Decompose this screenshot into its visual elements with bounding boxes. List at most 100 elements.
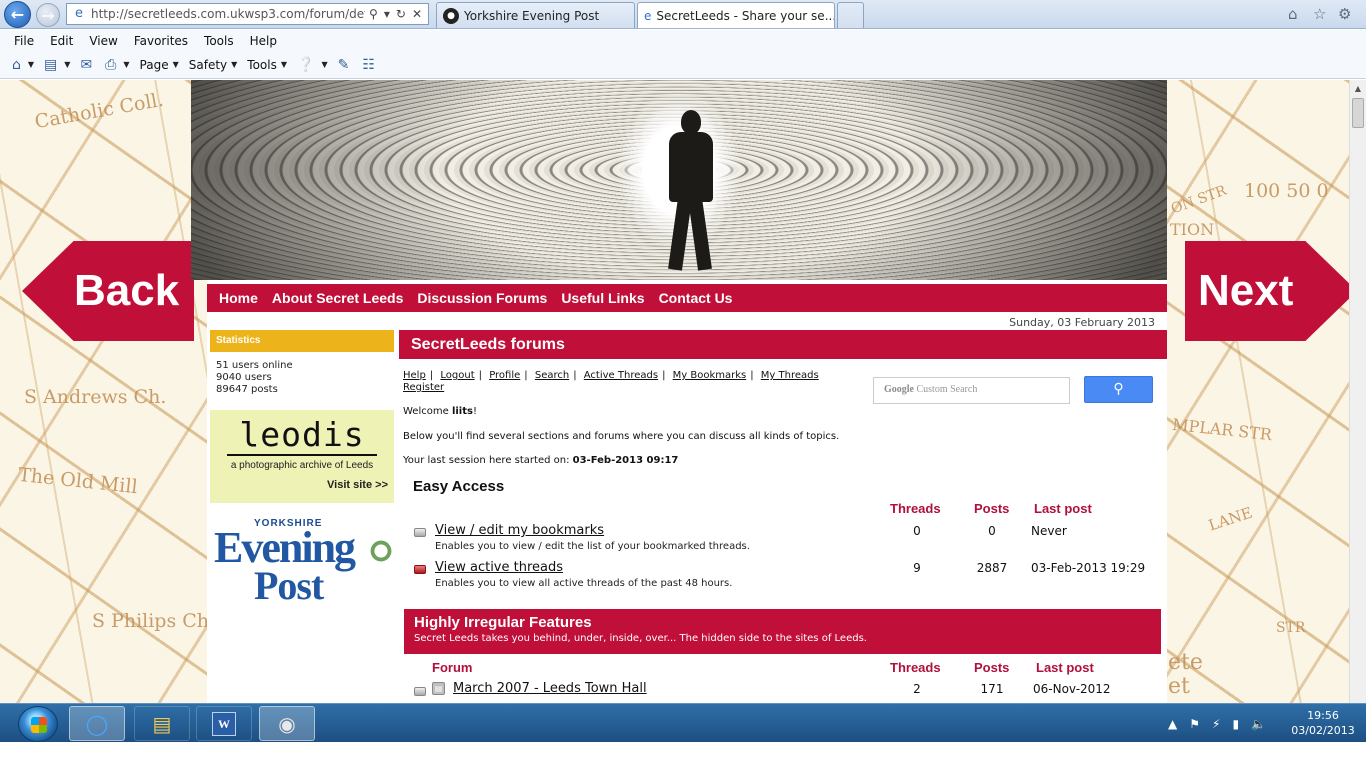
- username: liits: [451, 406, 473, 417]
- nav-discussion-forums[interactable]: Discussion Forums: [417, 290, 547, 306]
- map-label: ON STR: [1169, 182, 1229, 218]
- sidebar: Statistics 51 users online 9040 users 89…: [210, 330, 396, 606]
- welcome-message: Welcome liits!: [403, 406, 477, 417]
- leodis-ad[interactable]: leodis a photographic archive of Leeds V…: [210, 410, 394, 503]
- browser-back-button[interactable]: ←: [4, 1, 31, 28]
- map-label: The Old Mill: [17, 463, 139, 499]
- tab-secretleeds[interactable]: e SecretLeeds - Share your se... ✕: [637, 2, 835, 28]
- link-active-threads[interactable]: Active Threads: [584, 370, 658, 381]
- address-url[interactable]: http://secretleeds.com.ukwsp3.com/forum/…: [91, 7, 365, 21]
- map-label: S Philips Ch.: [92, 610, 216, 632]
- map-label: MPLAR STR: [1171, 414, 1273, 445]
- arrow-right-icon: →: [41, 5, 55, 25]
- yorkshire-evening-post-ad[interactable]: YORKSHIRE Evening Post: [210, 518, 400, 608]
- scroll-thumb[interactable]: [1352, 98, 1364, 128]
- mail-icon: ✉: [80, 56, 93, 73]
- start-button[interactable]: [18, 706, 58, 742]
- power-icon[interactable]: ⚡: [1212, 717, 1220, 731]
- rss-icon: ▤: [44, 56, 58, 73]
- folder-new-icon: [414, 565, 426, 574]
- link-register[interactable]: Register: [403, 382, 444, 393]
- gear-icon[interactable]: ⚙: [1338, 5, 1351, 23]
- forum-intro: Below you'll find several sections and f…: [403, 431, 840, 442]
- system-tray: ▲ ⚑ ⚡ ▮ 🔈: [1164, 704, 1284, 743]
- google-search-button[interactable]: ⚲: [1084, 376, 1153, 403]
- print-command[interactable]: ⎙ ▼: [105, 57, 129, 73]
- ie-page-icon: e: [75, 6, 83, 21]
- tools-menu[interactable]: Tools ▼: [247, 58, 287, 72]
- forum-title: SecretLeeds forums: [399, 330, 1167, 359]
- site-nav-bar: Home About Secret Leeds Discussion Forum…: [207, 282, 1167, 312]
- menu-tools[interactable]: Tools: [204, 34, 234, 48]
- taskbar-internet-explorer[interactable]: ◯: [69, 706, 125, 741]
- search-icon[interactable]: ⚲: [369, 7, 378, 21]
- favorites-star-icon[interactable]: ☆: [1313, 5, 1326, 23]
- map-label: S Andrews Ch.: [24, 386, 167, 408]
- tab-label: SecretLeeds - Share your se...: [656, 8, 835, 23]
- show-hidden-icons-icon[interactable]: ▲: [1168, 717, 1177, 731]
- menu-help[interactable]: Help: [250, 34, 277, 48]
- translate-icon: ☷: [362, 56, 375, 73]
- forum-row-link[interactable]: March 2007 - Leeds Town Hall: [453, 681, 647, 696]
- dropdown-icon[interactable]: ▾: [384, 7, 390, 21]
- google-search-input[interactable]: Google Custom Search: [873, 377, 1070, 404]
- clock-date: 03/02/2013: [1291, 724, 1355, 737]
- safety-menu[interactable]: Safety ▼: [189, 58, 238, 72]
- new-tab-button[interactable]: [837, 2, 864, 28]
- address-bar[interactable]: e http://secretleeds.com.ukwsp3.com/foru…: [66, 3, 429, 25]
- page-scrollbar[interactable]: ▲: [1349, 80, 1366, 703]
- nav-about[interactable]: About Secret Leeds: [272, 290, 403, 306]
- network-signal-icon[interactable]: ▮: [1232, 717, 1239, 731]
- folder-icon: [414, 687, 426, 696]
- menu-edit[interactable]: Edit: [50, 34, 73, 48]
- page-menu[interactable]: Page ▼: [140, 58, 179, 72]
- volume-icon[interactable]: 🔈: [1251, 717, 1266, 731]
- menu-file[interactable]: File: [14, 34, 34, 48]
- action-center-flag-icon[interactable]: ⚑: [1189, 717, 1200, 731]
- translate-command[interactable]: ☷: [362, 57, 378, 73]
- nav-contact-us[interactable]: Contact Us: [659, 290, 733, 306]
- row-bookmarks-link[interactable]: View / edit my bookmarks: [435, 523, 604, 538]
- leodis-logo: leodis: [239, 415, 365, 454]
- row-active-threads-link[interactable]: View active threads: [435, 560, 563, 575]
- rss-icon[interactable]: ▤: [432, 682, 445, 695]
- system-clock[interactable]: 19:56 03/02/2013: [1284, 708, 1362, 738]
- link-logout[interactable]: Logout: [440, 370, 474, 381]
- link-help[interactable]: Help: [403, 370, 426, 381]
- taskbar-camera-app[interactable]: ◉: [259, 706, 315, 741]
- stop-icon[interactable]: ✕: [412, 7, 422, 21]
- header-last-post: Last post: [1036, 660, 1094, 675]
- link-my-threads[interactable]: My Threads: [761, 370, 819, 381]
- page-viewport: Catholic Coll. S Andrews Ch. The Old Mil…: [0, 80, 1366, 703]
- home-command[interactable]: ⌂ ▼: [12, 57, 34, 73]
- header-threads: Threads: [890, 501, 941, 516]
- current-date: Sunday, 03 February 2013: [1009, 316, 1155, 329]
- scroll-up-icon[interactable]: ▲: [1350, 80, 1366, 97]
- windows-logo-icon: [31, 717, 47, 733]
- link-profile[interactable]: Profile: [489, 370, 520, 381]
- taskbar-file-explorer[interactable]: ▤: [134, 706, 190, 741]
- clock-time: 19:56: [1307, 709, 1339, 722]
- windows-taskbar: ◯ ▤ W ◉ ▲ ⚑ ⚡ ▮ 🔈 19:56 03/02/2013: [0, 703, 1366, 742]
- menu-view[interactable]: View: [89, 34, 117, 48]
- tab-yorkshire-evening-post[interactable]: ● Yorkshire Evening Post: [436, 2, 635, 28]
- tunnel-banner-image: [191, 80, 1167, 280]
- row-threads: 9: [913, 561, 921, 575]
- nav-home[interactable]: Home: [219, 290, 258, 306]
- mail-command[interactable]: ✉: [80, 57, 95, 73]
- section-title[interactable]: Highly Irregular Features: [414, 614, 1151, 631]
- refresh-icon[interactable]: ↻: [396, 7, 406, 21]
- home-icon[interactable]: ⌂: [1288, 5, 1298, 23]
- browser-search-box[interactable]: [1120, 5, 1268, 23]
- taskbar-word[interactable]: W: [196, 706, 252, 741]
- browser-forward-button[interactable]: →: [36, 3, 60, 27]
- leodis-visit-link[interactable]: Visit site >>: [210, 479, 394, 491]
- link-search[interactable]: Search: [535, 370, 569, 381]
- research-command[interactable]: ✎: [338, 57, 353, 73]
- nav-useful-links[interactable]: Useful Links: [561, 290, 644, 306]
- help-command[interactable]: ❔ ▼: [297, 57, 328, 73]
- row-last-post: Never: [1031, 524, 1067, 538]
- feeds-command[interactable]: ▤ ▼: [44, 57, 70, 73]
- menu-favorites[interactable]: Favorites: [134, 34, 188, 48]
- link-my-bookmarks[interactable]: My Bookmarks: [673, 370, 747, 381]
